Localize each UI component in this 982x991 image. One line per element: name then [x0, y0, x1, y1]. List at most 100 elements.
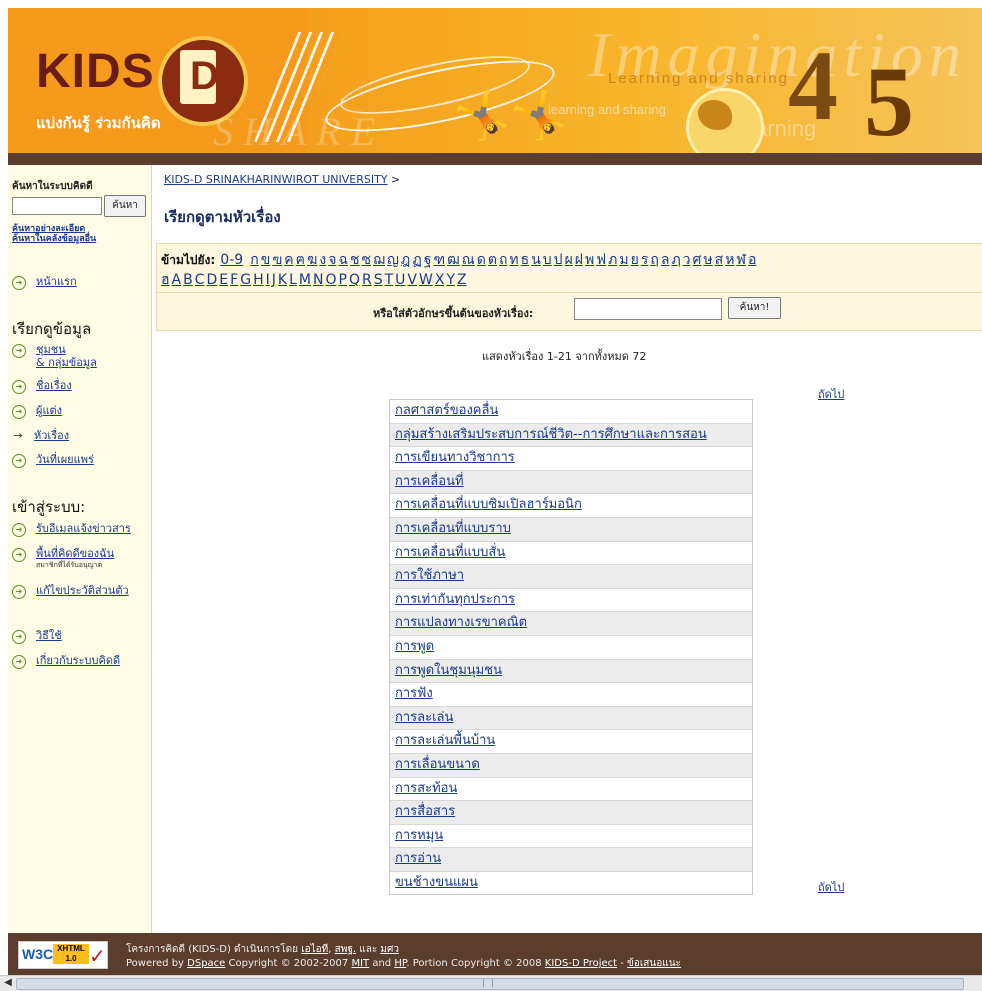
sidebar-item-communities[interactable]: ➜ ชุมชน & กลุ่มข้อมูล	[12, 343, 97, 369]
other-repo-search-link[interactable]: ค้นหาในคลังข้อมูลอื่น	[12, 231, 96, 245]
sidebar-item-authors[interactable]: ➜ ผู้แต่ง	[12, 404, 62, 419]
jump-link-thai-14[interactable]: ฏ	[412, 252, 421, 268]
jump-link-thai-35[interactable]: ฤ	[650, 252, 658, 268]
jump-link-thai-42[interactable]: ห	[725, 252, 734, 268]
breadcrumb-home-link[interactable]: KIDS-D SRINAKHARINWIROT UNIVERSITY	[164, 173, 388, 186]
subject-link[interactable]: การละเล่น	[395, 710, 453, 725]
subject-link[interactable]: การสื่อสาร	[395, 804, 455, 819]
jump-link-thai-27[interactable]: ผ	[565, 252, 573, 268]
about-link[interactable]: เกี่ยวกับระบบคิดดี	[36, 654, 120, 667]
jump-link-latin-18[interactable]: R	[362, 272, 372, 288]
jump-link-thai-26[interactable]: ป	[554, 252, 563, 268]
jump-link-latin-22[interactable]: V	[407, 272, 417, 288]
jump-link-latin-11[interactable]: K	[278, 272, 287, 288]
subject-link[interactable]: การพูด	[395, 639, 434, 654]
jump-link-latin-7[interactable]: G	[240, 272, 251, 288]
jump-link-thai-1[interactable]: ข	[261, 252, 271, 268]
jump-link-thai-9[interactable]: ช	[350, 252, 360, 268]
jump-link-thai-10[interactable]: ซ	[362, 252, 372, 268]
subject-link[interactable]: การเคลื่อนที่	[395, 474, 464, 489]
subject-link[interactable]: การใช้ภาษา	[395, 568, 464, 583]
jump-link-thai-11[interactable]: ฌ	[373, 252, 385, 268]
sidebar-item-subjects[interactable]: → หัวเรื่อง	[12, 429, 69, 442]
subject-link[interactable]: การเคลื่อนที่แบบสั่น	[395, 545, 505, 560]
jump-link-thai-44[interactable]: อ	[748, 252, 756, 268]
sidebar-item-my-space[interactable]: ➜ พื้นที่คิดดีของฉัน สมาชิกที่ได้รับอนุญา…	[12, 547, 114, 570]
jump-link-thai-23[interactable]: ธ	[521, 252, 530, 268]
jump-link-latin-19[interactable]: S	[374, 272, 383, 288]
help-link[interactable]: วิธีใช้	[36, 629, 62, 642]
jump-link-latin-25[interactable]: Y	[446, 272, 455, 288]
jump-link-thai-33[interactable]: ย	[631, 252, 639, 268]
jump-link-thai-25[interactable]: บ	[543, 252, 552, 268]
jump-link-latin-20[interactable]: T	[385, 272, 394, 288]
jump-link-latin-13[interactable]: M	[299, 272, 311, 288]
jump-link-thai-4[interactable]: ฅ	[296, 252, 305, 268]
jump-link-latin-3[interactable]: C	[195, 272, 205, 288]
jump-link-latin-14[interactable]: N	[313, 272, 323, 288]
next-page-link-bottom[interactable]: ถัดไป	[818, 878, 844, 896]
sidebar-item-email-alerts[interactable]: ➜ รับอีเมลแจ้งข่าวสาร	[12, 522, 131, 537]
horizontal-scrollbar[interactable]: ◀	[0, 975, 982, 991]
jump-link-thai-41[interactable]: ส	[715, 252, 724, 268]
jump-link-thai-28[interactable]: ฝ	[575, 252, 583, 268]
subject-link[interactable]: กลศาสตร์ของคลื่น	[395, 403, 498, 418]
jump-link-latin-24[interactable]: X	[435, 272, 445, 288]
jump-link-thai-24[interactable]: น	[531, 252, 541, 268]
jump-link-thai-5[interactable]: ฆ	[307, 252, 317, 268]
footer-link-hp[interactable]: HP	[394, 958, 406, 969]
jump-link-thai-40[interactable]: ษ	[703, 252, 712, 268]
authors-link[interactable]: ผู้แต่ง	[36, 404, 62, 417]
jump-link-latin-16[interactable]: P	[339, 272, 347, 288]
sidebar-item-dates[interactable]: ➜ วันที่เผยแพร่	[12, 453, 94, 468]
jump-link-thai-16[interactable]: ฑ	[433, 252, 445, 268]
home-link[interactable]: หน้าแรก	[36, 275, 77, 288]
my-space-link[interactable]: พื้นที่คิดดีของฉัน	[36, 547, 114, 560]
jump-link-thai-19[interactable]: ด	[477, 252, 486, 268]
jump-link-thai-17[interactable]: ฒ	[447, 252, 460, 268]
jump-link-thai-12[interactable]: ญ	[387, 252, 399, 268]
jump-link-thai-15[interactable]: ฐ	[424, 252, 432, 268]
jump-link-thai-3[interactable]: ค	[284, 252, 293, 268]
footer-link-dspace[interactable]: DSpace	[187, 958, 225, 969]
jump-link-thai-22[interactable]: ท	[509, 252, 518, 268]
edit-profile-link[interactable]: แก้ไขประวัติส่วนตัว	[36, 584, 129, 597]
jump-link-latin-26[interactable]: Z	[457, 272, 467, 288]
jump-link-thai-31[interactable]: ภ	[608, 252, 617, 268]
subject-link[interactable]: การฟัง	[395, 686, 433, 701]
jump-link-latin-10[interactable]: J	[272, 272, 276, 288]
subject-link[interactable]: กลุ่มสร้างเสริมประสบการณ์ชีวิต--การศึกษา…	[395, 427, 707, 442]
footer-link-feedback[interactable]: ข้อเสนอแนะ	[627, 958, 681, 969]
subject-link[interactable]: การสะท้อน	[395, 781, 457, 796]
communities-link[interactable]: ชุมชน & กลุ่มข้อมูล	[36, 343, 97, 369]
footer-link-mit[interactable]: MIT	[351, 958, 369, 969]
jump-link-thai-21[interactable]: ถ	[499, 252, 507, 268]
jump-link-thai-39[interactable]: ศ	[693, 252, 702, 268]
jump-link-latin-9[interactable]: I	[266, 272, 270, 288]
jump-link-latin-0[interactable]: ฮ	[161, 272, 170, 288]
subjects-link[interactable]: หัวเรื่อง	[34, 429, 69, 442]
jump-link-latin-1[interactable]: A	[172, 272, 182, 288]
jump-link-latin-2[interactable]: B	[183, 272, 193, 288]
jump-link-latin-8[interactable]: H	[253, 272, 264, 288]
next-page-link-top[interactable]: ถัดไป	[818, 385, 844, 403]
subject-link[interactable]: การเคลื่อนที่แบบราบ	[395, 521, 511, 536]
jump-link-latin-12[interactable]: L	[289, 272, 297, 288]
jump-link-thai-43[interactable]: ฬ	[736, 252, 746, 268]
jump-link-latin-6[interactable]: F	[230, 272, 238, 288]
sidebar-item-help[interactable]: ➜ วิธีใช้	[12, 629, 62, 644]
jump-link-thai-2[interactable]: ฃ	[272, 252, 282, 268]
jump-link-thai-20[interactable]: ต	[488, 252, 497, 268]
jump-link-thai-7[interactable]: จ	[328, 252, 336, 268]
sidebar-search-button[interactable]: ค้นหา	[104, 195, 146, 217]
jump-link-latin-5[interactable]: E	[219, 272, 228, 288]
jump-link-thai-18[interactable]: ณ	[462, 252, 475, 268]
titles-link[interactable]: ชื่อเรื่อง	[36, 379, 72, 392]
subject-link[interactable]: ขนช้างขนแผน	[395, 875, 478, 890]
subject-link[interactable]: การพูดในชุมนุมชน	[395, 663, 502, 678]
jump-link-thai-37[interactable]: ฦ	[671, 252, 680, 268]
jump-link-thai-38[interactable]: ว	[683, 252, 691, 268]
jump-link-latin-23[interactable]: W	[419, 272, 433, 288]
sidebar-search-input[interactable]	[12, 197, 102, 215]
footer-link-project[interactable]: KIDS-D Project	[545, 958, 617, 969]
